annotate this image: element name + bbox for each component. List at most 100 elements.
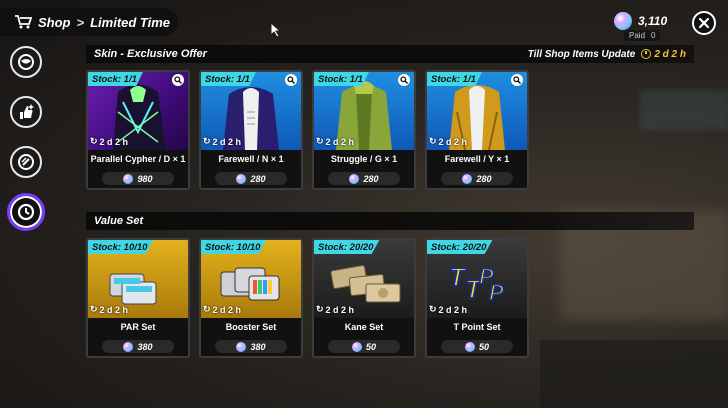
breadcrumb-shop[interactable]: Shop — [38, 15, 71, 30]
gem-icon — [236, 341, 247, 352]
price-value: 50 — [478, 341, 489, 352]
refresh-icon: ↻ — [203, 304, 211, 314]
shop-item-card[interactable]: Stock: 10/10 ↻ 2 d 2 h PAR Set 380 — [86, 238, 190, 358]
skin-section-title: Skin - Exclusive Offer — [94, 48, 207, 60]
refresh-timer: ↻ 2 d 2 h — [429, 304, 467, 315]
price-tag[interactable]: 980 — [102, 172, 174, 185]
refresh-timer: ↻ 2 d 2 h — [316, 136, 354, 147]
gem-amount: 3,110 — [638, 14, 668, 28]
zoom-button[interactable] — [172, 74, 184, 86]
stock-badge: Stock: 20/20 — [314, 240, 380, 254]
refresh-timer: ↻ 2 d 2 h — [90, 136, 128, 147]
refresh-time: 2 d 2 h — [99, 304, 129, 315]
item-name: Farewell / Y × 1 — [444, 154, 510, 164]
refresh-icon: ↻ — [90, 304, 98, 314]
paid-amount: 0 — [651, 31, 656, 40]
shop-item-card[interactable]: Stock: 20/20 ↻ 2 d 2 h Kane Set 50 — [312, 238, 416, 358]
stock-badge: Stock: 20/20 — [427, 240, 493, 254]
refresh-timer: ↻ 2 d 2 h — [90, 304, 128, 315]
price-value: 380 — [250, 341, 266, 352]
clock-icon — [641, 49, 652, 59]
clock-icon — [17, 203, 35, 221]
gem-icon — [614, 12, 632, 30]
item-name: T Point Set — [453, 322, 501, 332]
timer-value: 2 d 2 h — [654, 48, 686, 60]
price-tag[interactable]: 280 — [441, 172, 513, 185]
item-name: Farewell / N × 1 — [218, 154, 284, 164]
sidebar-item-sphere[interactable] — [10, 46, 42, 78]
timer-label: Till Shop Items Update — [527, 48, 636, 60]
shop-item-card[interactable]: Stock: 1/1 ↻ 2 d 2 h Parallel Cypher / D … — [86, 70, 190, 190]
magnifier-icon — [400, 76, 408, 84]
gem-icon — [349, 173, 360, 184]
breadcrumb: Shop > Limited Time — [0, 8, 178, 36]
magnifier-icon — [287, 76, 295, 84]
item-name: Booster Set — [225, 322, 277, 332]
price-value: 980 — [137, 173, 153, 184]
price-tag[interactable]: 50 — [441, 340, 513, 353]
svg-text:P: P — [489, 280, 504, 305]
refresh-time: 2 d 2 h — [99, 136, 129, 147]
price-value: 380 — [137, 341, 153, 352]
paid-gem-row: Paid 0 — [624, 30, 661, 41]
stock-badge: Stock: 1/1 — [314, 72, 369, 86]
refresh-time: 2 d 2 h — [212, 136, 242, 147]
close-icon — [698, 17, 710, 29]
gem-icon — [236, 173, 247, 184]
sidebar-item-coins[interactable] — [10, 146, 42, 178]
close-button[interactable] — [692, 11, 716, 35]
refresh-time: 2 d 2 h — [438, 136, 468, 147]
price-tag[interactable]: 50 — [328, 340, 400, 353]
stock-badge: Stock: 10/10 — [88, 240, 154, 254]
shop-item-card[interactable]: Stock: 1/1 ↻ 2 d 2 h Farewell / N × 1 280 — [199, 70, 303, 190]
thumbs-up-sparkle-icon — [20, 104, 34, 119]
value-section-header: Value Set — [86, 212, 694, 230]
refresh-time: 2 d 2 h — [325, 304, 355, 315]
shop-update-timer: Till Shop Items Update 2 d 2 h — [528, 45, 686, 63]
stock-badge: Stock: 1/1 — [201, 72, 256, 86]
item-name: Struggle / G × 1 — [330, 154, 398, 164]
gem-icon — [351, 341, 362, 352]
item-name: PAR Set — [120, 322, 156, 332]
breadcrumb-current: Limited Time — [90, 14, 171, 30]
background-detail — [540, 340, 728, 408]
zoom-button[interactable] — [398, 74, 410, 86]
zoom-button[interactable] — [285, 74, 297, 86]
gem-icon — [464, 341, 475, 352]
price-value: 280 — [476, 173, 492, 184]
refresh-time: 2 d 2 h — [438, 304, 468, 315]
price-tag[interactable]: 380 — [102, 340, 174, 353]
timer-value-wrap: 2 d 2 h — [641, 49, 686, 60]
sidebar-item-limited-time[interactable] — [7, 193, 45, 231]
refresh-icon: ↻ — [429, 304, 437, 314]
cart-icon — [14, 14, 32, 30]
shop-item-card[interactable]: Stock: 10/10 ↻ 2 d 2 h Booster Set 380 — [199, 238, 303, 358]
magnifier-icon — [513, 76, 521, 84]
price-tag[interactable]: 380 — [215, 340, 287, 353]
coin-icon — [18, 154, 34, 170]
currency-display[interactable]: 3,110 Paid 0 — [614, 10, 684, 41]
price-value: 280 — [363, 173, 379, 184]
refresh-time: 2 d 2 h — [212, 304, 242, 315]
shop-item-card[interactable]: Stock: 1/1 ↻ 2 d 2 h Struggle / G × 1 280 — [312, 70, 416, 190]
shop-item-card[interactable]: TTPP Stock: 20/20 ↻ 2 d 2 h T Point Set 5… — [425, 238, 529, 358]
price-tag[interactable]: 280 — [328, 172, 400, 185]
price-value: 50 — [365, 341, 376, 352]
shop-item-card[interactable]: Stock: 1/1 ↻ 2 d 2 h Farewell / Y × 1 280 — [425, 70, 529, 190]
sidebar-item-recommended[interactable] — [10, 96, 42, 128]
refresh-timer: ↻ 2 d 2 h — [203, 136, 241, 147]
price-tag[interactable]: 280 — [215, 172, 287, 185]
refresh-timer: ↻ 2 d 2 h — [429, 136, 467, 147]
price-value: 280 — [250, 173, 266, 184]
zoom-button[interactable] — [511, 74, 523, 86]
stock-badge: Stock: 10/10 — [201, 240, 267, 254]
skin-section-header: Skin - Exclusive Offer Till Shop Items U… — [86, 45, 694, 63]
refresh-icon: ↻ — [429, 136, 437, 146]
refresh-icon: ↻ — [90, 136, 98, 146]
sphere-icon — [18, 54, 34, 70]
breadcrumb-separator: > — [76, 14, 85, 30]
gem-icon — [123, 341, 134, 352]
refresh-icon: ↻ — [316, 136, 324, 146]
stock-badge: Stock: 1/1 — [427, 72, 482, 86]
stock-badge: Stock: 1/1 — [88, 72, 143, 86]
